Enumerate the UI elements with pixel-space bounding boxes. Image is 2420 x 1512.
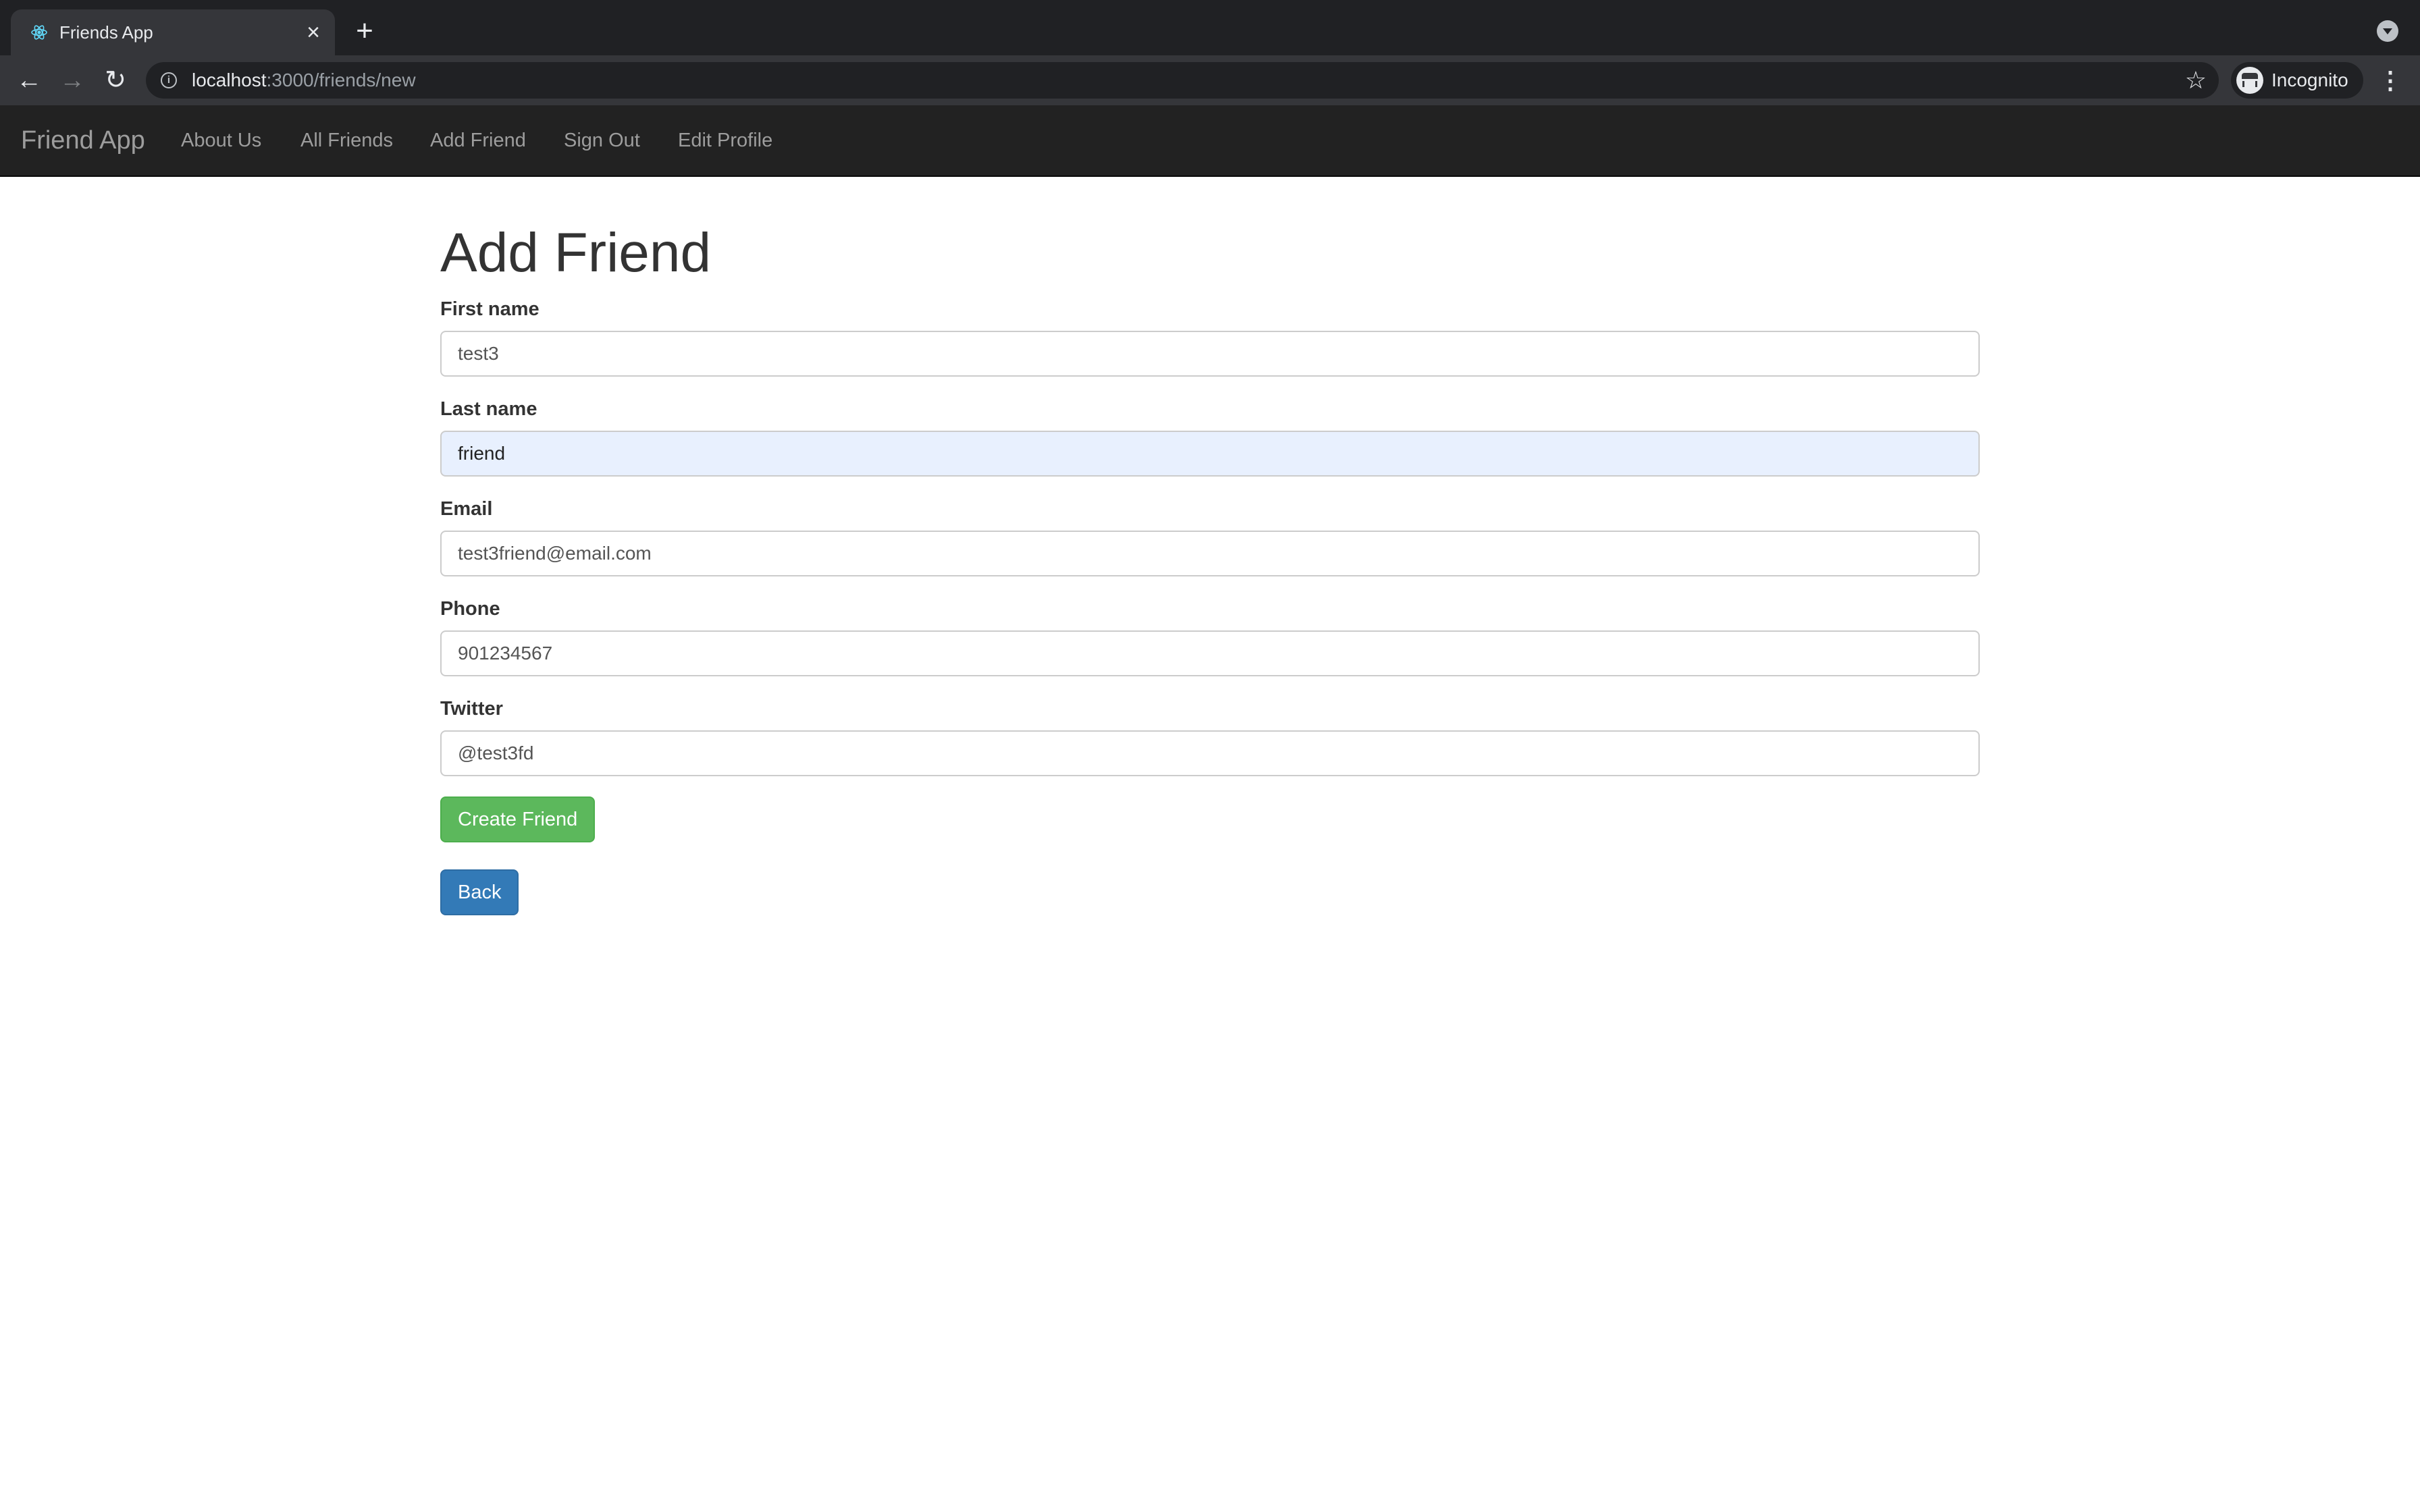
nav-link-all-friends[interactable]: All Friends [300, 105, 393, 176]
email-input[interactable] [440, 531, 1980, 576]
tab-title: Friends App [59, 22, 153, 43]
incognito-icon [2236, 67, 2263, 94]
bookmark-star-icon[interactable]: ☆ [2185, 65, 2207, 95]
back-arrow-icon[interactable]: ← [14, 65, 45, 96]
react-logo-icon [31, 25, 47, 40]
page-title: Add Friend [440, 222, 712, 284]
twitter-label: Twitter [440, 698, 503, 720]
info-icon[interactable]: i [161, 72, 177, 88]
first-name-input[interactable] [440, 331, 1980, 377]
address-bar[interactable]: i localhost:3000/friends/new ☆ [146, 62, 2219, 99]
kebab-menu-icon[interactable]: ⋮ [2377, 65, 2404, 96]
first-name-label: First name [440, 298, 540, 320]
profile-label: Incognito [2271, 70, 2348, 90]
last-name-label: Last name [440, 398, 537, 420]
forward-arrow-icon[interactable]: → [57, 65, 88, 96]
back-button[interactable]: Back [440, 869, 519, 915]
nav-link-sign-out[interactable]: Sign Out [564, 105, 640, 176]
browser-toolbar: ← → ↻ i localhost:3000/friends/new ☆ Inc… [0, 55, 2420, 105]
browser-tabstrip: Friends App × + [0, 0, 2420, 55]
nav-link-edit-profile[interactable]: Edit Profile [678, 105, 772, 176]
brand-link[interactable]: Friend App [21, 105, 145, 176]
email-label: Email [440, 498, 493, 520]
phone-label: Phone [440, 598, 500, 620]
url-text[interactable]: localhost:3000/friends/new [192, 62, 416, 99]
tab-search-icon[interactable] [2377, 20, 2398, 42]
phone-input[interactable] [440, 630, 1980, 676]
close-icon[interactable]: × [301, 20, 325, 45]
new-tab-icon[interactable]: + [351, 16, 378, 46]
reload-icon[interactable]: ↻ [100, 65, 131, 96]
nav-link-about-us[interactable]: About Us [181, 105, 261, 176]
create-friend-button[interactable]: Create Friend [440, 796, 596, 842]
profile-button[interactable]: Incognito [2231, 62, 2363, 99]
app-navbar: Friend App About Us All Friends Add Frie… [0, 105, 2420, 177]
nav-link-add-friend[interactable]: Add Friend [430, 105, 526, 176]
twitter-input[interactable] [440, 730, 1980, 776]
browser-tab[interactable]: Friends App × [11, 9, 335, 55]
last-name-input[interactable] [440, 431, 1980, 477]
